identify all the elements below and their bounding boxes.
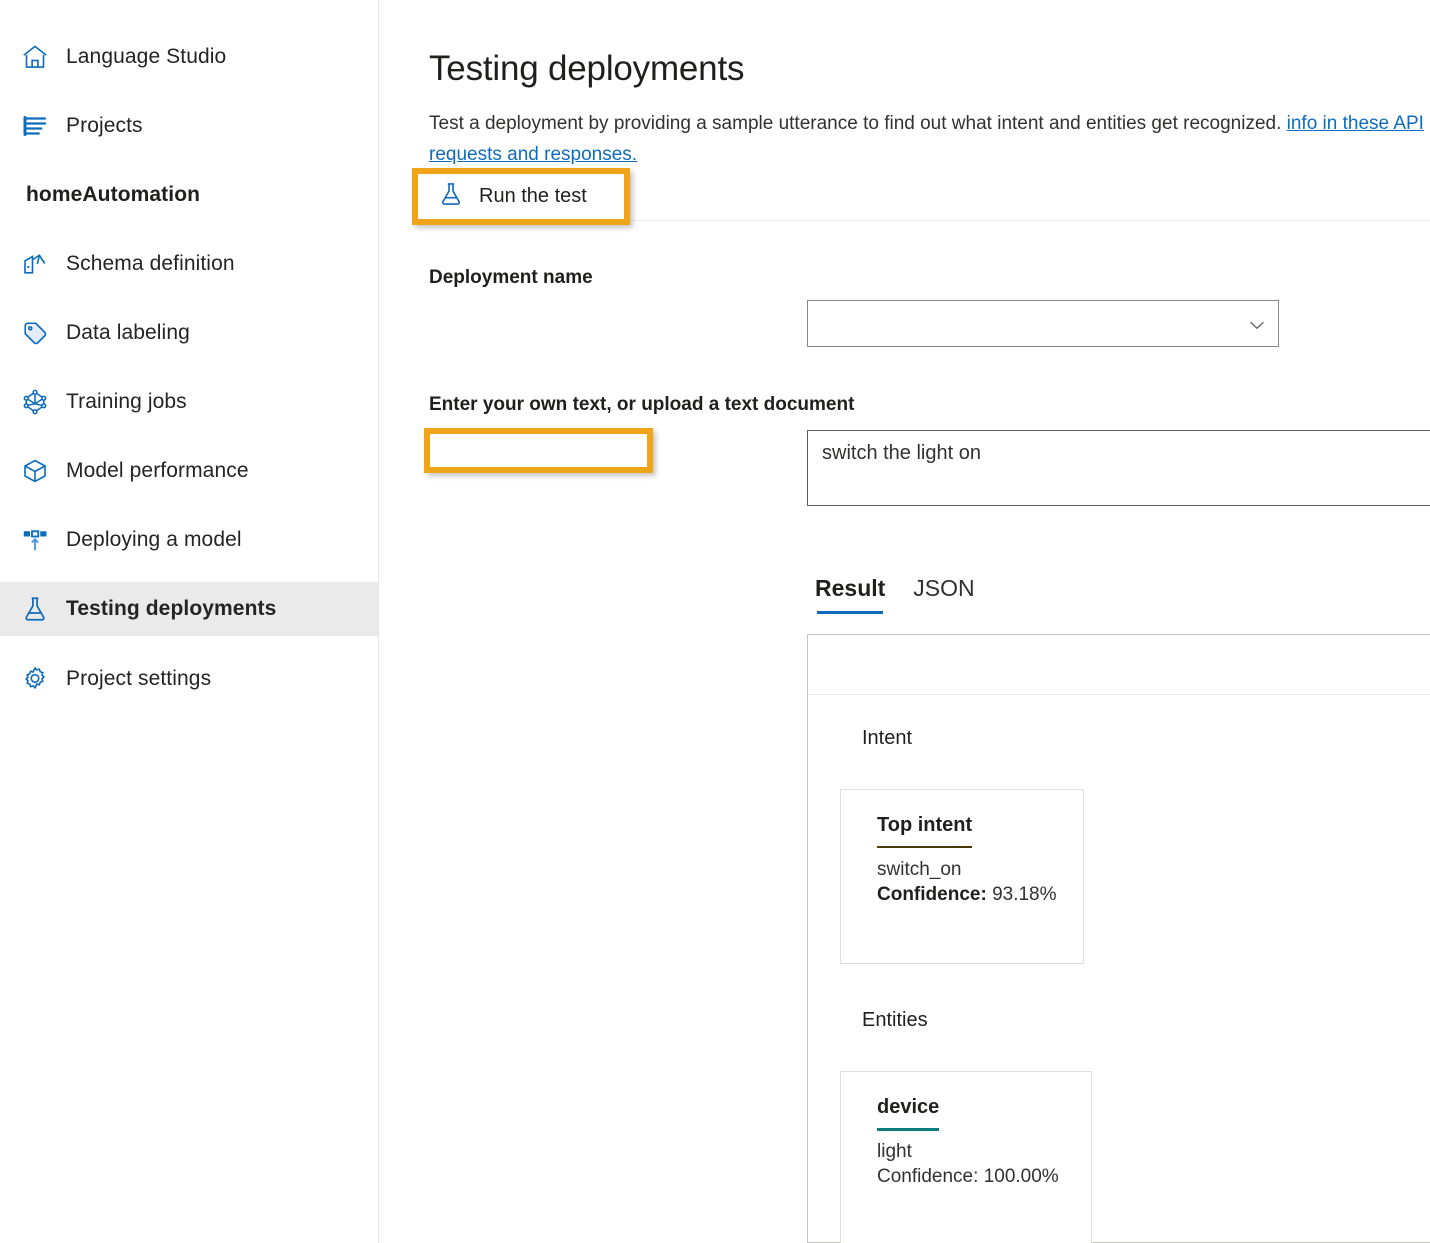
gear-icon xyxy=(20,664,66,694)
sidebar-item-label: Training jobs xyxy=(66,390,187,414)
entity-card-title: device xyxy=(877,1096,939,1131)
page-title: Testing deployments xyxy=(429,49,744,89)
sidebar-item-testing-deployments[interactable]: Testing deployments xyxy=(0,582,378,636)
schema-icon xyxy=(20,249,66,279)
deployment-name-dropdown[interactable] xyxy=(807,300,1279,347)
page-description-text: Test a deployment by providing a sample … xyxy=(429,113,1281,134)
top-intent-card: Top intent switch_on Confidence: 93.18% xyxy=(840,789,1084,964)
sidebar-item-label: Project settings xyxy=(66,667,211,691)
run-the-test-label: Run the test xyxy=(479,185,587,208)
entity-confidence-value: 100.00% xyxy=(984,1166,1059,1187)
entities-section-heading: Entities xyxy=(862,1009,928,1032)
home-icon xyxy=(20,42,66,72)
entity-card-body: light Confidence: 100.00% xyxy=(877,1139,1059,1189)
list-icon xyxy=(20,111,66,141)
page-description: Test a deployment by providing a sample … xyxy=(429,108,1430,170)
entity-name: light xyxy=(877,1141,912,1162)
sidebar-item-project-settings[interactable]: Project settings xyxy=(0,652,378,706)
command-bar: Run the test xyxy=(415,173,1430,221)
tab-json[interactable]: JSON xyxy=(913,575,974,614)
sidebar-item-data-labeling[interactable]: Data labeling xyxy=(0,306,378,360)
sidebar-item-label: Language Studio xyxy=(66,45,226,69)
app-root: Language Studio Projects homeAutomation xyxy=(0,0,1430,1243)
network-icon xyxy=(20,387,66,417)
utterance-textarea[interactable]: switch the light on xyxy=(807,430,1430,506)
sidebar-item-schema-definition[interactable]: Schema definition xyxy=(0,237,378,291)
entity-card: device light Confidence: 100.00% xyxy=(840,1071,1092,1243)
box-icon xyxy=(20,456,66,486)
run-the-test-button[interactable]: Run the test xyxy=(427,173,599,219)
sidebar-item-projects[interactable]: Projects xyxy=(0,99,378,153)
chevron-down-icon xyxy=(1246,314,1268,336)
sidebar-project-name: homeAutomation xyxy=(26,183,200,207)
sidebar-item-deploying-a-model[interactable]: Deploying a model xyxy=(0,513,378,567)
result-tabs: Result JSON xyxy=(815,575,975,614)
deployment-name-label: Deployment name xyxy=(429,267,593,289)
top-intent-card-body: switch_on Confidence: 93.18% xyxy=(877,857,1057,907)
sidebar-item-training-jobs[interactable]: Training jobs xyxy=(0,375,378,429)
tab-result[interactable]: Result xyxy=(815,575,885,614)
sidebar-item-label: Data labeling xyxy=(66,321,190,345)
sidebar-item-label: Model performance xyxy=(66,459,249,483)
intent-section-heading: Intent xyxy=(862,727,912,750)
sidebar-item-label: Projects xyxy=(66,114,143,138)
sidebar: Language Studio Projects homeAutomation xyxy=(0,0,379,1243)
top-intent-confidence-value: 93.18% xyxy=(992,884,1056,905)
sidebar-item-label: Testing deployments xyxy=(66,597,276,621)
sidebar-item-label: Deploying a model xyxy=(66,528,242,552)
entity-confidence-label: Confidence: xyxy=(877,1166,978,1187)
top-intent-card-title: Top intent xyxy=(877,814,972,848)
flask-icon xyxy=(20,594,66,624)
top-intent-name: switch_on xyxy=(877,859,962,880)
tag-icon xyxy=(20,318,66,348)
utterance-label: Enter your own text, or upload a text do… xyxy=(429,394,854,416)
top-intent-confidence-label: Confidence: xyxy=(877,884,987,905)
main-content: Testing deployments Test a deployment by… xyxy=(379,0,1430,1243)
flask-icon xyxy=(437,180,465,213)
utterance-value: switch the light on xyxy=(822,442,981,465)
sidebar-item-model-performance[interactable]: Model performance xyxy=(0,444,378,498)
sidebar-item-label: Schema definition xyxy=(66,252,235,276)
deploy-icon xyxy=(20,525,66,555)
sidebar-item-language-studio[interactable]: Language Studio xyxy=(0,30,378,84)
result-panel-header xyxy=(808,635,1430,695)
